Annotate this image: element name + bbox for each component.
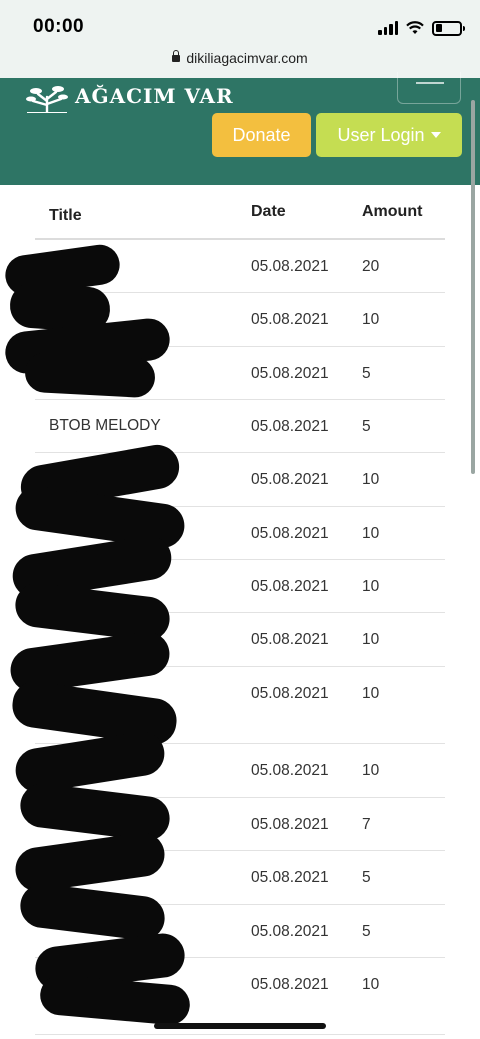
header-title: Title (49, 207, 82, 224)
battery-icon (432, 20, 465, 36)
home-indicator[interactable] (154, 1023, 326, 1029)
status-time: 00:00 (33, 16, 85, 37)
table-row: BTOB MELODY 05.08.2021 5 (35, 400, 445, 453)
row-amount: 10 (362, 685, 380, 702)
row-date: 05.08.2021 (251, 578, 329, 595)
row-amount: 7 (362, 816, 371, 833)
row-amount: 10 (362, 525, 380, 542)
row-amount: 10 (362, 976, 380, 993)
site-header: AĞACIM VAR Donate User Login (0, 72, 480, 185)
menu-toggle-button[interactable] (397, 72, 461, 104)
donate-button[interactable]: Donate (212, 113, 311, 157)
row-date: 05.08.2021 (251, 816, 329, 833)
row-date: 05.08.2021 (251, 525, 329, 542)
browser-top-bar: 00:00 dikiliagacimvar.com (0, 0, 480, 78)
table-header: Title Date Amount (35, 185, 445, 240)
row-date: 05.08.2021 (251, 923, 329, 940)
status-icons (378, 18, 465, 38)
row-title: BTOB MELODY (49, 417, 161, 434)
row-date: 05.08.2021 (251, 365, 329, 382)
lock-icon (172, 50, 181, 62)
donate-button-label: Donate (232, 124, 291, 145)
user-login-label: User Login (337, 124, 425, 145)
row-date: 05.08.2021 (251, 762, 329, 779)
row-amount: 5 (362, 869, 371, 886)
page-scrollbar[interactable] (471, 100, 475, 474)
wifi-icon (406, 21, 424, 34)
row-amount: 5 (362, 365, 371, 382)
row-amount: 5 (362, 923, 371, 940)
logo-text: AĞACIM VAR (75, 84, 234, 108)
header-date: Date (251, 203, 286, 220)
row-date: 05.08.2021 (251, 869, 329, 886)
row-date: 05.08.2021 (251, 418, 329, 435)
row-amount: 10 (362, 762, 380, 779)
row-date: 05.08.2021 (251, 976, 329, 993)
site-logo[interactable]: AĞACIM VAR (25, 78, 234, 114)
url-text: dikiliagacimvar.com (186, 50, 308, 66)
row-date: 05.08.2021 (251, 631, 329, 648)
row-amount: 10 (362, 631, 380, 648)
row-date: 05.08.2021 (251, 471, 329, 488)
row-amount: 10 (362, 471, 380, 488)
row-date: 05.08.2021 (251, 258, 329, 275)
row-date: 05.08.2021 (251, 685, 329, 702)
row-amount: 20 (362, 258, 380, 275)
row-date: 05.08.2021 (251, 311, 329, 328)
row-amount: 10 (362, 311, 380, 328)
row-amount: 5 (362, 418, 371, 435)
tree-logo-icon (26, 86, 68, 113)
caret-down-icon (430, 132, 441, 138)
row-amount: 10 (362, 578, 380, 595)
header-amount: Amount (362, 203, 423, 220)
address-bar[interactable]: dikiliagacimvar.com (0, 50, 480, 66)
user-login-dropdown-button[interactable]: User Login (316, 113, 462, 157)
cellular-signal-icon (378, 21, 398, 35)
